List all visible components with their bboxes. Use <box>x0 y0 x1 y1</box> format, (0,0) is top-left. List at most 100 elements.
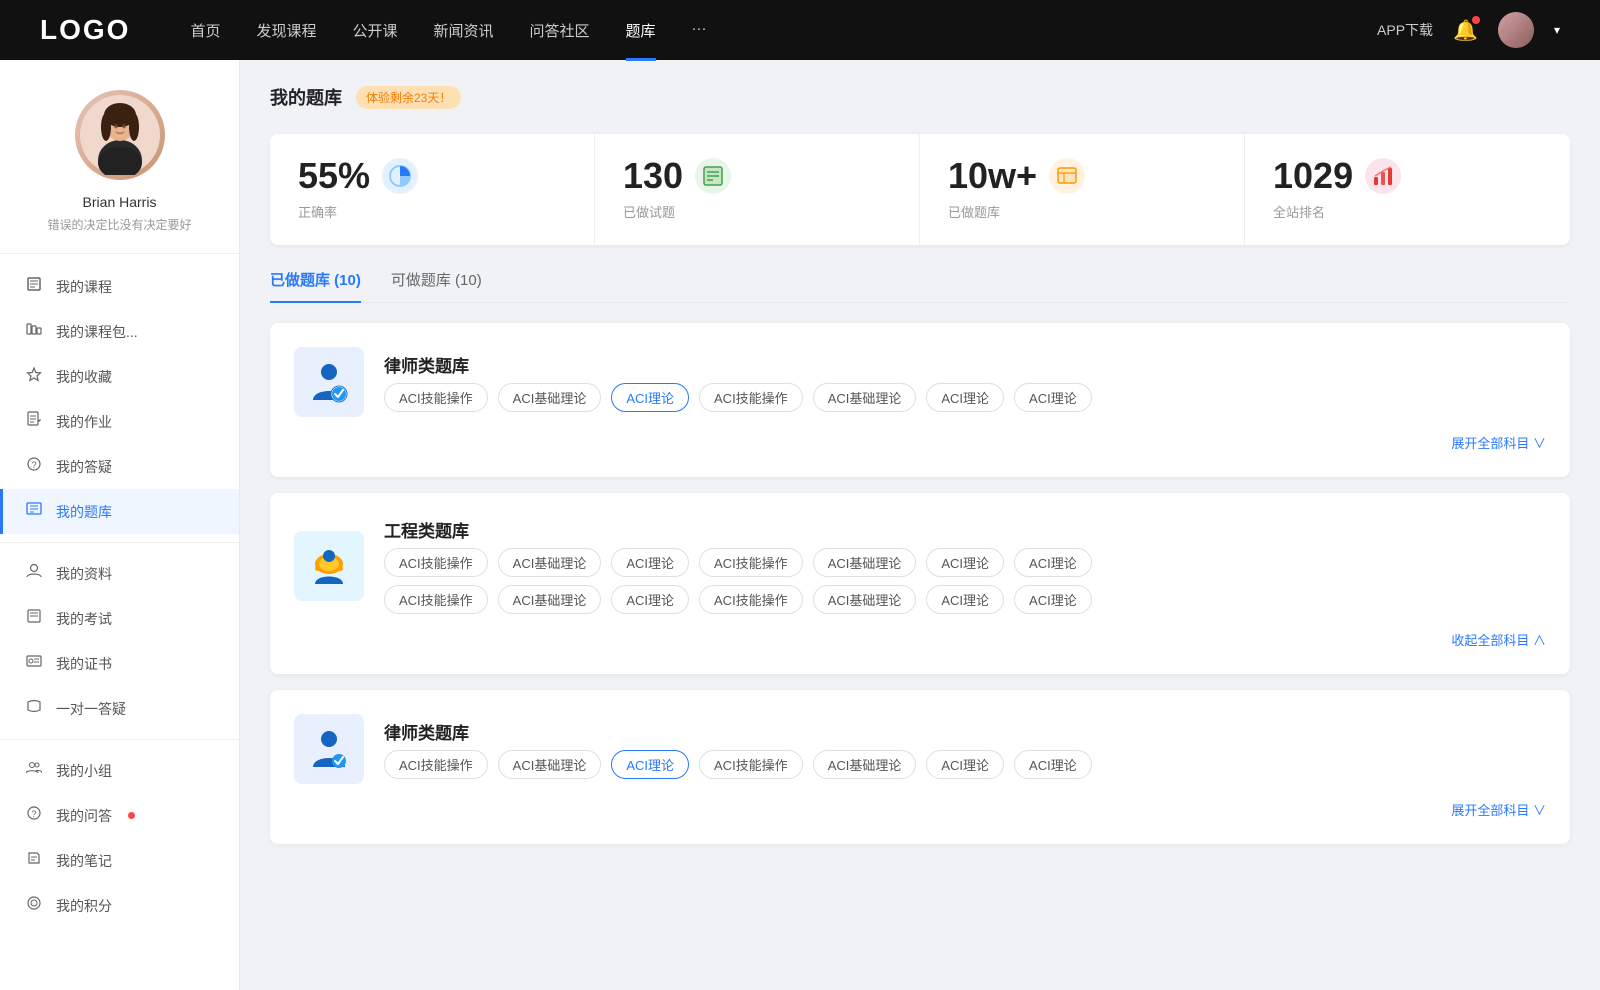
profile-label: 我的资料 <box>56 564 112 584</box>
sidebar-item-exams[interactable]: 我的考试 <box>0 596 239 641</box>
page-header: 我的题库 体验剩余23天！ <box>270 84 1570 110</box>
qbank-tag-2-5[interactable]: ACI理论 <box>926 750 1004 779</box>
qbank-tag-2-4[interactable]: ACI基础理论 <box>813 750 917 779</box>
sidebar-item-points[interactable]: 我的积分 <box>0 883 239 928</box>
qbank-tag-0-6[interactable]: ACI理论 <box>1014 383 1092 412</box>
svg-text:?: ? <box>31 460 36 470</box>
nav-home[interactable]: 首页 <box>190 20 220 41</box>
sidebar-item-tutor[interactable]: 一对一答疑 <box>0 686 239 731</box>
page-title: 我的题库 <box>270 84 342 110</box>
qbank-tag-1-11[interactable]: ACI基础理论 <box>813 585 917 614</box>
profile-avatar <box>75 90 165 180</box>
qbank-tag-1-4[interactable]: ACI基础理论 <box>813 548 917 577</box>
qbank-tag-2-1[interactable]: ACI基础理论 <box>498 750 602 779</box>
sidebar-item-courses[interactable]: 我的课程 <box>0 264 239 309</box>
qbank-tag-1-0[interactable]: ACI技能操作 <box>384 548 488 577</box>
packages-icon <box>24 321 44 342</box>
sidebar-item-profile[interactable]: 我的资料 <box>0 551 239 596</box>
qbank-tag-1-2[interactable]: ACI理论 <box>611 548 689 577</box>
qbank-tag-1-1[interactable]: ACI基础理论 <box>498 548 602 577</box>
courses-icon <box>24 276 44 297</box>
avatar-image <box>1498 12 1534 48</box>
nav-more[interactable]: ··· <box>692 20 707 41</box>
expand-button-lawyer-1[interactable]: 展开全部科目 ∨ <box>1451 436 1546 451</box>
qbank-tag-2-6[interactable]: ACI理论 <box>1014 750 1092 779</box>
qbank-tag-1-7[interactable]: ACI技能操作 <box>384 585 488 614</box>
collapse-button-engineer[interactable]: 收起全部科目 ∧ <box>1451 633 1546 648</box>
tutor-label: 一对一答疑 <box>56 699 126 719</box>
notification-bell[interactable]: 🔔 <box>1453 18 1478 43</box>
certificates-label: 我的证书 <box>56 654 112 674</box>
qbank-footer-engineer: 收起全部科目 ∧ <box>294 630 1546 650</box>
qbank-footer-lawyer-2: 展开全部科目 ∨ <box>294 800 1546 820</box>
notification-dot <box>1472 16 1480 24</box>
sidebar-item-my-qa[interactable]: ? 我的问答 <box>0 793 239 838</box>
sidebar-item-questions[interactable]: ? 我的答疑 <box>0 444 239 489</box>
header: LOGO 首页 发现课程 公开课 新闻资讯 问答社区 题库 ··· APP下载 … <box>0 0 1600 60</box>
qbank-tag-1-10[interactable]: ACI技能操作 <box>699 585 803 614</box>
tab-available[interactable]: 可做题库 (10) <box>391 269 482 302</box>
tab-done[interactable]: 已做题库 (10) <box>270 269 361 302</box>
divider-2 <box>0 739 239 740</box>
user-menu-chevron[interactable]: ▾ <box>1554 23 1560 37</box>
qbank-tags-lawyer-1: ACI技能操作 ACI基础理论 ACI理论 ACI技能操作 ACI基础理论 AC… <box>384 383 1092 412</box>
sidebar-item-homework[interactable]: 我的作业 <box>0 399 239 444</box>
qbank-tag-1-3[interactable]: ACI技能操作 <box>699 548 803 577</box>
stat-banks-top: 10w+ <box>948 158 1216 194</box>
stat-accuracy-top: 55% <box>298 158 566 194</box>
certificates-icon <box>24 653 44 674</box>
qbank-card-lawyer-2: 律师类题库 ACI技能操作 ACI基础理论 ACI理论 ACI技能操作 ACI基… <box>270 690 1570 844</box>
nav-open-course[interactable]: 公开课 <box>352 20 397 41</box>
app-download[interactable]: APP下载 <box>1377 20 1433 40</box>
qbank-tag-0-4[interactable]: ACI基础理论 <box>813 383 917 412</box>
qbank-tag-2-2[interactable]: ACI理论 <box>611 750 689 779</box>
stat-ranking-top: 1029 <box>1273 158 1542 194</box>
nav-discover[interactable]: 发现课程 <box>256 20 316 41</box>
layout: Brian Harris 错误的决定比没有决定要好 我的课程 我的课程包... <box>0 60 1600 990</box>
profile-icon <box>24 563 44 584</box>
nav-news[interactable]: 新闻资讯 <box>434 20 494 41</box>
stat-questions-icon <box>695 158 731 194</box>
stat-ranking-label: 全站排名 <box>1273 202 1542 221</box>
qbank-title-text-engineer: 工程类题库 <box>384 517 1546 542</box>
exams-label: 我的考试 <box>56 609 112 629</box>
sidebar-item-qbank[interactable]: 我的题库 <box>0 489 239 534</box>
sidebar-profile: Brian Harris 错误的决定比没有决定要好 <box>0 60 239 254</box>
homework-icon <box>24 411 44 432</box>
qbank-tag-1-5[interactable]: ACI理论 <box>926 548 1004 577</box>
qbank-tags-engineer-row1: ACI技能操作 ACI基础理论 ACI理论 ACI技能操作 ACI基础理论 AC… <box>384 548 1546 577</box>
qbank-title-lawyer-2: 律师类题库 ACI技能操作 ACI基础理论 ACI理论 ACI技能操作 ACI基… <box>384 719 1092 779</box>
sidebar-item-notes[interactable]: 我的笔记 <box>0 838 239 883</box>
homework-label: 我的作业 <box>56 412 112 432</box>
qbank-tag-2-3[interactable]: ACI技能操作 <box>699 750 803 779</box>
expand-button-lawyer-2[interactable]: 展开全部科目 ∨ <box>1451 803 1546 818</box>
points-icon <box>24 895 44 916</box>
qbank-tag-0-3[interactable]: ACI技能操作 <box>699 383 803 412</box>
qbank-tag-1-13[interactable]: ACI理论 <box>1014 585 1092 614</box>
qbank-tag-0-1[interactable]: ACI基础理论 <box>498 383 602 412</box>
sidebar-item-certificates[interactable]: 我的证书 <box>0 641 239 686</box>
qbank-icon-engineer <box>294 531 364 601</box>
avatar[interactable] <box>1498 12 1534 48</box>
my-qa-label: 我的问答 <box>56 806 112 826</box>
qbank-tag-1-9[interactable]: ACI理论 <box>611 585 689 614</box>
qbank-tag-1-6[interactable]: ACI理论 <box>1014 548 1092 577</box>
qbank-label: 我的题库 <box>56 502 112 522</box>
qbank-tag-0-5[interactable]: ACI理论 <box>926 383 1004 412</box>
qbank-tag-0-0[interactable]: ACI技能操作 <box>384 383 488 412</box>
qbank-tag-1-12[interactable]: ACI理论 <box>926 585 1004 614</box>
groups-icon <box>24 760 44 781</box>
sidebar-item-groups[interactable]: 我的小组 <box>0 748 239 793</box>
my-qa-icon: ? <box>24 805 44 826</box>
qbank-tag-2-0[interactable]: ACI技能操作 <box>384 750 488 779</box>
qbank-tag-0-2[interactable]: ACI理论 <box>611 383 689 412</box>
profile-name: Brian Harris <box>83 194 157 210</box>
qbank-header-lawyer-1: 律师类题库 ACI技能操作 ACI基础理论 ACI理论 ACI技能操作 ACI基… <box>294 347 1546 417</box>
nav-qbank[interactable]: 题库 <box>626 20 656 41</box>
qbank-tag-1-8[interactable]: ACI基础理论 <box>498 585 602 614</box>
sidebar-item-course-packages[interactable]: 我的课程包... <box>0 309 239 354</box>
nav-qa[interactable]: 问答社区 <box>530 20 590 41</box>
groups-label: 我的小组 <box>56 761 112 781</box>
stat-accuracy: 55% 正确率 <box>270 134 595 245</box>
sidebar-item-favorites[interactable]: 我的收藏 <box>0 354 239 399</box>
